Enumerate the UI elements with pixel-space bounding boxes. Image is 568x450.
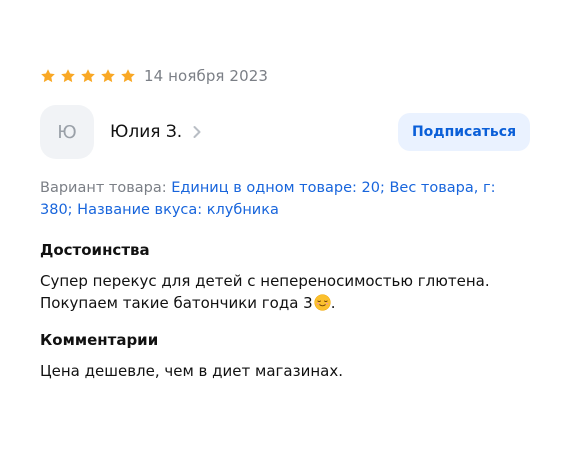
pros-title: Достоинства	[40, 241, 150, 259]
star-icon	[80, 68, 96, 84]
star-icon	[100, 68, 116, 84]
comments-title: Комментарии	[40, 331, 159, 349]
author-row: Ю Юлия З. Подписаться	[40, 105, 530, 159]
star-icon	[120, 68, 136, 84]
product-variant: Вариант товара: Единиц в одном товаре: 2…	[40, 177, 530, 221]
rating-row: 14 ноября 2023	[40, 66, 268, 86]
pros-text-body: Супер перекус для детей с непереносимост…	[40, 272, 490, 312]
variant-label: Вариант товара:	[40, 180, 167, 196]
star-rating	[40, 68, 140, 84]
pros-text: Супер перекус для детей с непереносимост…	[40, 272, 490, 312]
author-name[interactable]: Юлия З.	[110, 122, 182, 142]
star-icon	[60, 68, 76, 84]
chevron-right-icon[interactable]	[192, 125, 202, 139]
review-date: 14 ноября 2023	[144, 67, 268, 85]
avatar[interactable]: Ю	[40, 105, 94, 159]
comments-text: Цена дешевле, чем в диет магазинах.	[40, 362, 343, 380]
relieved-face-icon	[314, 294, 331, 311]
subscribe-button[interactable]: Подписаться	[398, 113, 530, 151]
star-icon	[40, 68, 56, 84]
